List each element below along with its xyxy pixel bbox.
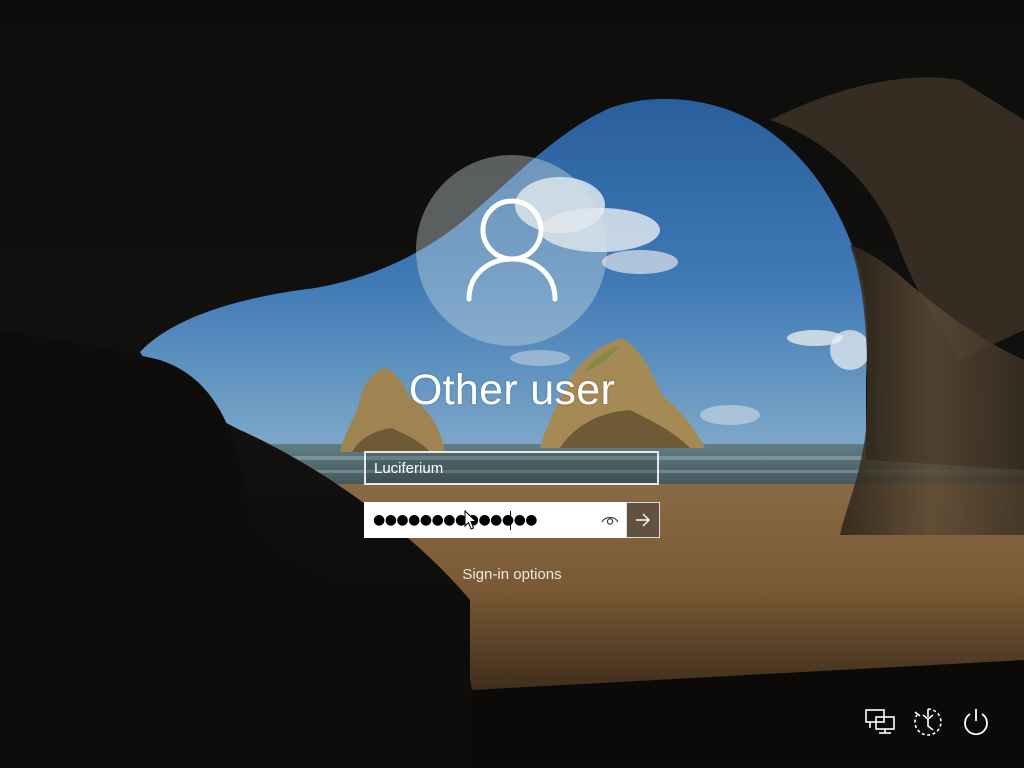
- power-button[interactable]: [958, 704, 994, 740]
- password-value: ●●●●●●●●●●●●●●: [373, 512, 538, 528]
- submit-button[interactable]: [626, 502, 660, 538]
- password-row: ●●●●●●●●●●●●●●: [364, 502, 660, 538]
- ease-of-access-icon: [914, 708, 942, 736]
- network-button[interactable]: [862, 704, 898, 740]
- username-input[interactable]: [366, 453, 651, 483]
- mouse-pointer-icon: [464, 510, 478, 530]
- network-icon: [865, 709, 895, 734]
- username-field[interactable]: [364, 451, 659, 485]
- sign-in-options-link[interactable]: Sign-in options: [412, 566, 612, 583]
- password-field[interactable]: ●●●●●●●●●●●●●●: [364, 502, 626, 538]
- ease-of-access-button[interactable]: [910, 704, 946, 740]
- text-caret: [510, 511, 511, 530]
- lock-screen: Other user ●●●●●●●●●●●●●● Sign-in option…: [0, 0, 1024, 768]
- user-silhouette-icon: [466, 198, 557, 301]
- power-icon: [964, 709, 988, 736]
- user-avatar: [416, 155, 607, 346]
- arrow-right-icon: [636, 513, 650, 527]
- user-name-title: Other user: [408, 366, 616, 414]
- eye-icon: [601, 516, 619, 525]
- reveal-password-button[interactable]: [600, 511, 620, 529]
